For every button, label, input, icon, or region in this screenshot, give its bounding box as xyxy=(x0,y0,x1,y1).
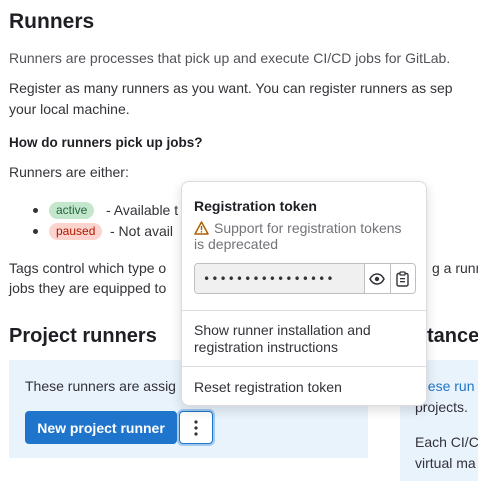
eye-icon xyxy=(369,272,386,285)
deprecation-warning: Support for registration tokens is depre… xyxy=(194,220,414,252)
bullet-dot xyxy=(33,208,38,213)
page-title: Runners xyxy=(9,10,95,33)
deprecation-warning-text: Support for registration tokens is depre… xyxy=(194,220,402,252)
copy-token-button[interactable] xyxy=(389,264,415,293)
dropdown-divider xyxy=(182,310,426,311)
warning-icon xyxy=(194,221,209,235)
instance-runners-text-3: Each CI/C xyxy=(415,434,478,450)
instance-runners-text-4: virtual ma xyxy=(415,455,476,471)
register-text-line1: Register as many runners as you want. Yo… xyxy=(9,80,453,96)
tags-text-line1: Tags control which type o xyxy=(9,260,167,276)
instance-runners-link[interactable]: hese run xyxy=(420,378,474,394)
registration-token-field[interactable] xyxy=(195,264,364,293)
tags-text-line2: jobs they are equipped to xyxy=(9,280,167,296)
reveal-token-button[interactable] xyxy=(364,264,390,293)
tags-text-line1-right: g a runn xyxy=(432,260,478,276)
bullet-dot xyxy=(33,229,38,234)
more-actions-button[interactable] xyxy=(179,411,213,444)
runners-either-text: Runners are either: xyxy=(9,164,129,180)
registration-token-title: Registration token xyxy=(194,198,317,214)
reset-token-item[interactable]: Reset registration token xyxy=(194,379,414,396)
ellipsis-v-icon xyxy=(194,419,198,436)
project-runners-assigned-text: These runners are assig xyxy=(25,378,176,394)
clipboard-icon xyxy=(396,270,409,287)
active-description: - Available t xyxy=(106,202,179,218)
show-instructions-item[interactable]: Show runner installation and registratio… xyxy=(194,322,414,356)
register-text-line2: your local machine. xyxy=(9,101,130,117)
status-badge-paused: paused xyxy=(49,223,103,240)
instance-runners-title: tance xyxy=(427,325,478,347)
project-runners-title: Project runners xyxy=(9,325,157,347)
paused-description: - Not avail xyxy=(110,223,174,239)
dropdown-divider xyxy=(182,366,426,367)
pickup-heading: How do runners pick up jobs? xyxy=(9,135,203,150)
token-input-group xyxy=(194,263,416,294)
registration-dropdown: Registration token Support for registrat… xyxy=(181,181,427,406)
intro-text: Runners are processes that pick up and e… xyxy=(9,50,451,66)
new-project-runner-button[interactable]: New project runner xyxy=(25,411,177,444)
status-badge-active: active xyxy=(49,202,95,219)
